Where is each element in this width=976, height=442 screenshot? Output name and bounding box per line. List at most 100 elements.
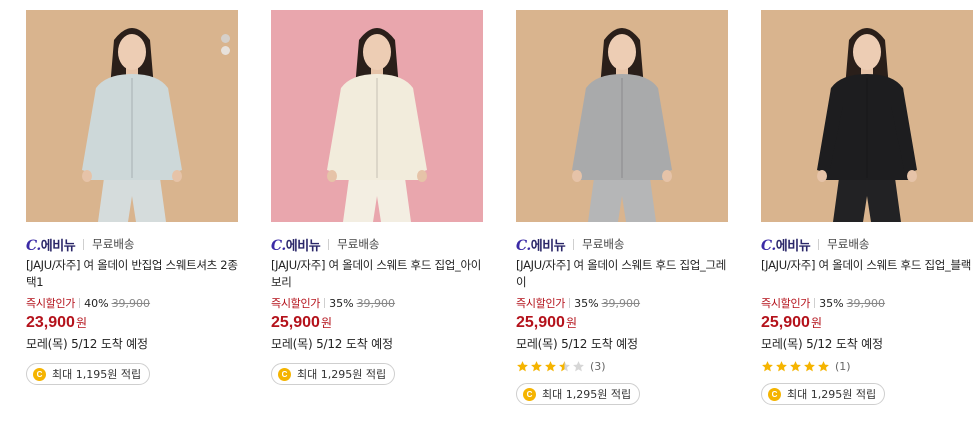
sale-price: 23,900 <box>26 314 75 331</box>
star-icon <box>804 360 815 371</box>
hand <box>572 170 582 182</box>
divider <box>79 298 81 308</box>
free-shipping-label: 무료배송 <box>582 237 625 251</box>
sale-price: 25,900 <box>761 314 810 331</box>
brand-row: C.에비뉴 무료배송 <box>271 235 483 254</box>
coin-icon: C <box>278 367 291 381</box>
rating-row[interactable]: (1) <box>761 359 973 373</box>
product-photo <box>26 10 238 222</box>
face <box>118 34 146 70</box>
brand-row: C.에비뉴 무료배송 <box>26 235 238 254</box>
product-card[interactable]: C.에비뉴 무료배송 [JAJU/자주] 여 올데이 스웨트 후드 집업_아이보… <box>271 10 483 385</box>
hand <box>907 170 917 182</box>
original-price: 39,900 <box>601 296 641 310</box>
points-badge: C 최대 1,195원 적립 <box>26 363 151 385</box>
star-rating <box>761 360 831 373</box>
price-row: 25,900 원 <box>761 314 973 334</box>
price-row: 23,900 원 <box>26 314 238 334</box>
hand <box>82 170 92 182</box>
instant-discount-label: 즉시할인가 <box>271 297 321 310</box>
points-badge: C 최대 1,295원 적립 <box>516 383 641 405</box>
rating-row[interactable]: (3) <box>516 359 728 373</box>
hand <box>817 170 827 182</box>
image-slide-indicator[interactable] <box>221 34 230 55</box>
delivery-estimate: 모레(목) 5/12 도착 예정 <box>26 337 148 351</box>
slide-dot[interactable] <box>221 34 230 43</box>
currency-unit: 원 <box>320 316 332 330</box>
review-count: (1) <box>835 359 851 373</box>
currency-unit: 원 <box>565 316 577 330</box>
original-price: 39,900 <box>111 296 151 310</box>
brand-logo[interactable]: C.에비뉴 <box>26 235 76 254</box>
original-price: 39,900 <box>356 296 396 310</box>
star-icon <box>517 360 528 371</box>
product-title[interactable]: [JAJU/자주] 여 올데이 스웨트 후드 집업_그레이 <box>516 257 728 291</box>
product-image[interactable] <box>516 10 728 222</box>
price-row: 25,900 원 <box>516 314 728 334</box>
product-image[interactable] <box>761 10 973 222</box>
delivery-estimate: 모레(목) 5/12 도착 예정 <box>516 337 638 351</box>
discount-rate: 40% <box>84 296 109 310</box>
brand-logo[interactable]: C.에비뉴 <box>271 235 321 254</box>
discount-rate: 35% <box>574 296 599 310</box>
product-photo <box>271 10 483 222</box>
hand <box>327 170 337 182</box>
discount-row: 즉시할인가 35% 39,900 <box>761 295 973 311</box>
product-card[interactable]: C.에비뉴 무료배송 [JAJU/자주] 여 올데이 스웨트 후드 집업_블랙 … <box>761 10 973 405</box>
discount-rate: 35% <box>329 296 354 310</box>
product-card[interactable]: C.에비뉴 무료배송 [JAJU/자주] 여 올데이 반집업 스웨트셔츠 2종택… <box>26 10 238 385</box>
star-icon <box>818 360 829 371</box>
brand-logo[interactable]: C.에비뉴 <box>761 235 811 254</box>
product-photo <box>761 10 973 222</box>
product-title[interactable]: [JAJU/자주] 여 올데이 스웨트 후드 집업_아이보리 <box>271 257 483 291</box>
sale-price: 25,900 <box>516 314 565 331</box>
product-title[interactable]: [JAJU/자주] 여 올데이 반집업 스웨트셔츠 2종택1 <box>26 257 238 291</box>
face <box>608 34 636 70</box>
star-icon <box>776 360 787 371</box>
star-icon <box>545 360 556 371</box>
instant-discount-label: 즉시할인가 <box>761 297 811 310</box>
coin-icon: C <box>523 387 536 401</box>
discount-row: 즉시할인가 35% 39,900 <box>516 295 728 311</box>
points-text: 최대 1,295원 적립 <box>542 388 632 401</box>
points-badge: C 최대 1,295원 적립 <box>761 383 886 405</box>
coin-icon: C <box>33 367 46 381</box>
brand-row: C.에비뉴 무료배송 <box>516 235 728 254</box>
divider <box>83 238 85 250</box>
hand <box>662 170 672 182</box>
star-icon <box>790 360 801 371</box>
product-image[interactable] <box>26 10 238 222</box>
product-image[interactable] <box>271 10 483 222</box>
free-shipping-label: 무료배송 <box>337 237 380 251</box>
star-icon <box>559 360 570 371</box>
free-shipping-label: 무료배송 <box>92 237 135 251</box>
points-text: 최대 1,295원 적립 <box>297 368 387 381</box>
divider <box>573 238 575 250</box>
divider <box>814 298 816 308</box>
brand-row: C.에비뉴 무료배송 <box>761 235 973 254</box>
product-card[interactable]: C.에비뉴 무료배송 [JAJU/자주] 여 올데이 스웨트 후드 집업_그레이… <box>516 10 728 405</box>
instant-discount-label: 즉시할인가 <box>26 297 76 310</box>
currency-unit: 원 <box>810 316 822 330</box>
divider <box>324 298 326 308</box>
divider <box>818 238 820 250</box>
divider <box>328 238 330 250</box>
currency-unit: 원 <box>75 316 87 330</box>
original-price: 39,900 <box>846 296 886 310</box>
hand <box>417 170 427 182</box>
free-shipping-label: 무료배송 <box>827 237 870 251</box>
face <box>363 34 391 70</box>
brand-logo[interactable]: C.에비뉴 <box>516 235 566 254</box>
sale-price: 25,900 <box>271 314 320 331</box>
divider <box>569 298 571 308</box>
discount-row: 즉시할인가 35% 39,900 <box>271 295 483 311</box>
delivery-estimate: 모레(목) 5/12 도착 예정 <box>761 337 883 351</box>
star-rating <box>516 360 586 373</box>
slide-dot[interactable] <box>221 46 230 55</box>
discount-row: 즉시할인가 40% 39,900 <box>26 295 238 311</box>
points-text: 최대 1,295원 적립 <box>787 388 877 401</box>
star-icon <box>573 360 584 371</box>
points-badge: C 최대 1,295원 적립 <box>271 363 396 385</box>
product-title[interactable]: [JAJU/자주] 여 올데이 스웨트 후드 집업_블랙 <box>761 257 973 291</box>
price-row: 25,900 원 <box>271 314 483 334</box>
